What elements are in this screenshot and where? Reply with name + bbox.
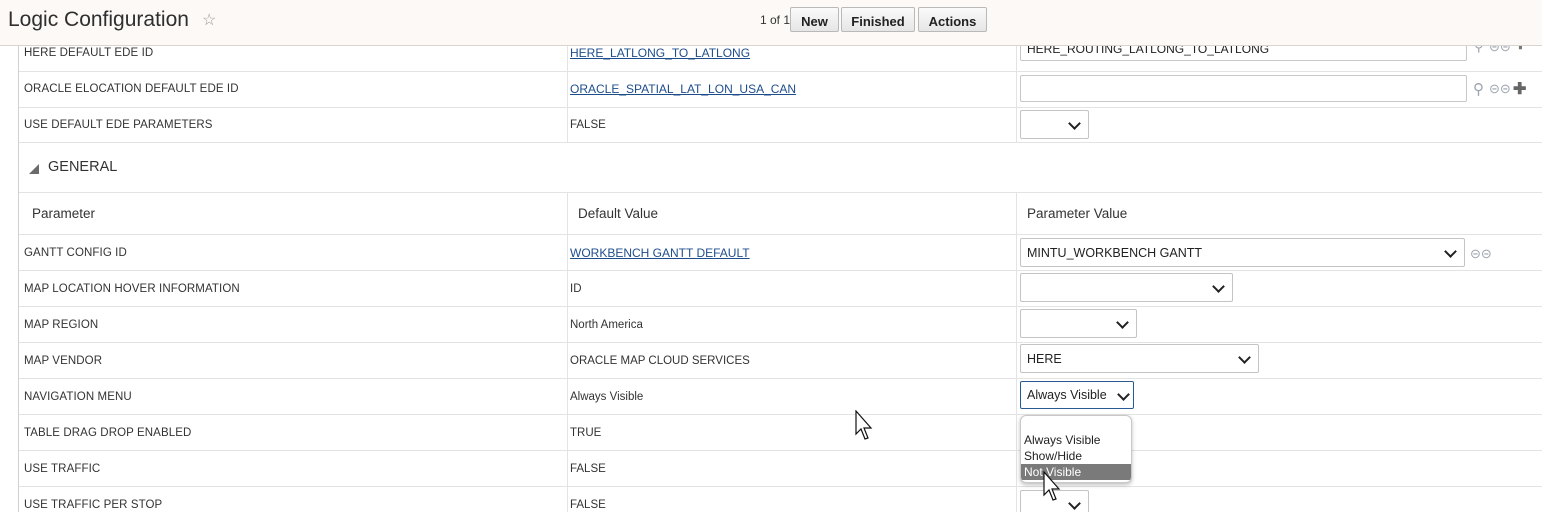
default-value: ID xyxy=(570,282,582,295)
default-value-link[interactable]: WORKBENCH GANTT DEFAULT xyxy=(570,246,750,260)
chevron-down-icon xyxy=(1068,497,1081,510)
param-name: USE DEFAULT EDE PARAMETERS xyxy=(24,118,213,131)
column-header-parameter-value[interactable]: Parameter Value xyxy=(1027,193,1127,234)
table-row: TABLE DRAG DROP ENABLED TRUE xyxy=(19,415,1542,451)
glasses-icon[interactable]: ⊝⊝ xyxy=(1470,246,1492,262)
value-select[interactable] xyxy=(1020,110,1089,139)
finished-button[interactable]: Finished xyxy=(841,7,915,32)
section-title: GENERAL xyxy=(48,159,118,175)
actions-button[interactable]: Actions xyxy=(918,7,987,32)
value-select-focused[interactable]: Always Visible xyxy=(1020,381,1134,409)
content-area: HERE DEFAULT EDE ID HERE_LATLONG_TO_LATL… xyxy=(18,46,1542,512)
param-name: MAP REGION xyxy=(24,318,99,331)
column-header-default-value[interactable]: Default Value xyxy=(578,193,658,234)
chevron-down-icon xyxy=(1117,388,1130,401)
table-row: USE TRAFFIC PER STOP FALSE xyxy=(19,487,1542,512)
glasses-icon[interactable]: ⊝⊝ xyxy=(1489,81,1511,97)
default-value: FALSE xyxy=(570,118,606,131)
default-value-link[interactable]: HERE_LATLONG_TO_LATLONG xyxy=(570,46,750,60)
dropdown-option-highlighted[interactable]: Not Visible xyxy=(1021,464,1131,480)
value-select[interactable]: MINTU_WORKBENCH GANTT xyxy=(1020,238,1465,267)
param-name: TABLE DRAG DROP ENABLED xyxy=(24,426,192,439)
page-header: Logic Configuration ☆ 1 of 1 New Finishe… xyxy=(0,0,1542,46)
param-name: USE TRAFFIC xyxy=(24,462,101,475)
table-row: USE TRAFFIC FALSE xyxy=(19,451,1542,487)
default-value: FALSE xyxy=(570,498,606,511)
table-row: ORACLE ELOCATION DEFAULT EDE ID ORACLE_S… xyxy=(19,71,1542,108)
mouse-pointer-icon xyxy=(855,410,873,440)
value-select[interactable] xyxy=(1020,309,1137,338)
default-value: Always Visible xyxy=(570,390,644,403)
plus-icon[interactable]: ✚ xyxy=(1513,79,1526,99)
table-row: MAP LOCATION HOVER INFORMATION ID xyxy=(19,271,1542,307)
param-name: NAVIGATION MENU xyxy=(24,390,132,403)
column-header-parameter[interactable]: Parameter xyxy=(32,193,95,234)
default-value: ORACLE MAP CLOUD SERVICES xyxy=(570,354,750,367)
table-row: HERE DEFAULT EDE ID HERE_LATLONG_TO_LATL… xyxy=(19,46,1542,72)
param-name: MAP LOCATION HOVER INFORMATION xyxy=(24,282,240,295)
default-value: North America xyxy=(570,318,643,331)
param-name: MAP VENDOR xyxy=(24,354,103,367)
section-header-general[interactable]: GENERAL xyxy=(19,142,1542,193)
mouse-pointer-icon xyxy=(1043,471,1061,501)
page-title: Logic Configuration xyxy=(8,8,189,31)
table-row: NAVIGATION MENU Always Visible Always Vi… xyxy=(19,379,1542,415)
table-row: GANTT CONFIG ID WORKBENCH GANTT DEFAULT … xyxy=(19,235,1542,271)
search-icon[interactable]: ⚲ xyxy=(1474,46,1484,55)
search-icon[interactable]: ⚲ xyxy=(1473,80,1484,98)
star-icon[interactable]: ☆ xyxy=(202,10,216,30)
new-button[interactable]: New xyxy=(790,7,839,32)
table-row: USE DEFAULT EDE PARAMETERS FALSE xyxy=(19,107,1542,143)
pager-text: 1 of 1 xyxy=(760,13,791,27)
dropdown-option[interactable]: Always Visible xyxy=(1021,432,1131,448)
navigation-menu-dropdown-list: Always Visible Show/Hide Not Visible xyxy=(1020,415,1132,483)
value-input[interactable] xyxy=(1020,75,1467,102)
chevron-down-icon xyxy=(1444,245,1457,258)
dropdown-option[interactable]: Show/Hide xyxy=(1021,448,1131,464)
table-row: MAP REGION North America xyxy=(19,307,1542,343)
table-header-row: Parameter Default Value Parameter Value xyxy=(19,193,1542,235)
chevron-down-icon xyxy=(1238,351,1251,364)
chevron-down-icon xyxy=(1212,280,1225,293)
default-value: FALSE xyxy=(570,462,606,475)
default-value: TRUE xyxy=(570,426,602,439)
table-row: MAP VENDOR ORACLE MAP CLOUD SERVICES HER… xyxy=(19,343,1542,379)
value-select[interactable]: HERE xyxy=(1020,344,1259,373)
param-name: HERE DEFAULT EDE ID xyxy=(24,46,154,59)
value-input[interactable]: HERE_ROUTING_LATLONG_TO_LATLONG xyxy=(1020,46,1467,61)
chevron-down-icon xyxy=(1068,117,1081,130)
param-name: USE TRAFFIC PER STOP xyxy=(24,498,163,511)
value-select[interactable] xyxy=(1020,273,1233,302)
plus-icon[interactable]: ✚ xyxy=(1515,46,1526,53)
param-name: ORACLE ELOCATION DEFAULT EDE ID xyxy=(24,83,239,95)
default-value-link[interactable]: ORACLE_SPATIAL_LAT_LON_USA_CAN xyxy=(570,82,796,96)
glasses-icon[interactable]: ⊝⊝ xyxy=(1489,46,1511,55)
param-name: GANTT CONFIG ID xyxy=(24,246,127,259)
chevron-down-icon xyxy=(1116,316,1129,329)
collapse-triangle-icon[interactable] xyxy=(29,164,39,174)
